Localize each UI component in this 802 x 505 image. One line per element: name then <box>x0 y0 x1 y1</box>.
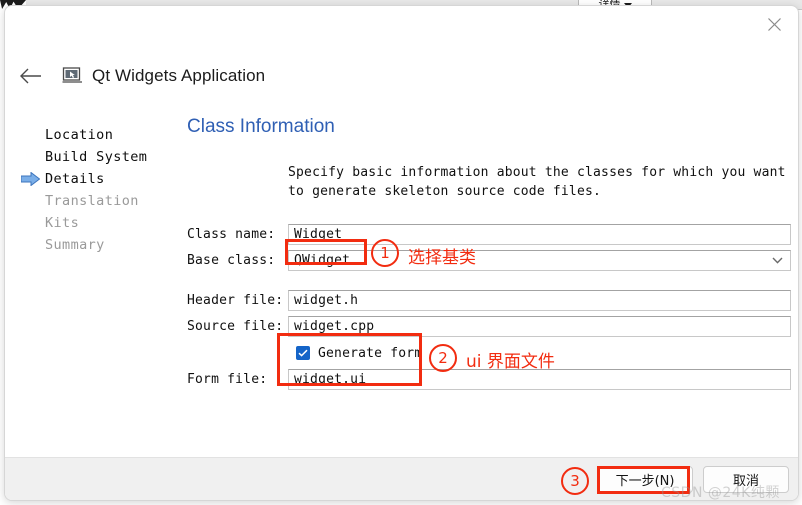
sidebar-item-label: Summary <box>45 237 105 253</box>
close-button[interactable] <box>752 9 796 39</box>
source-file-input[interactable]: widget.cpp <box>288 315 791 337</box>
chevron-down-icon <box>772 251 783 270</box>
base-class-combobox[interactable]: QWidget <box>288 249 791 271</box>
dialog-footer: 下一步(N) 取消 <box>5 457 798 500</box>
generate-form-label[interactable]: Generate form <box>318 346 422 361</box>
section-description: Specify basic information about the clas… <box>288 165 786 199</box>
sidebar-item-label: Details <box>45 171 105 187</box>
sidebar-item-build-system[interactable]: Build System <box>21 146 176 168</box>
base-class-row: Base class: QWidget <box>187 249 791 271</box>
sidebar-item-kits[interactable]: Kits <box>21 212 176 234</box>
form-file-input[interactable]: widget.ui <box>288 368 791 390</box>
header-file-input[interactable]: widget.h <box>288 289 791 311</box>
qt-widgets-app-icon <box>61 65 83 87</box>
class-information-form: Class name: Widget Base class: QWidget H… <box>187 223 791 394</box>
sidebar-item-details[interactable]: Details <box>20 168 176 190</box>
sidebar-item-label: Location <box>45 127 114 143</box>
right-arrow-icon <box>20 171 41 187</box>
sidebar-item-label: Translation <box>45 193 139 209</box>
sidebar-item-location[interactable]: Location <box>21 124 176 146</box>
source-file-row: Source file: widget.cpp <box>187 315 791 337</box>
back-button[interactable] <box>15 60 47 92</box>
checkmark-icon <box>298 349 308 357</box>
section-heading: Class Information <box>187 116 335 137</box>
close-icon <box>767 17 781 31</box>
page-title: Qt Widgets Application <box>92 66 266 85</box>
generate-form-row: Generate form <box>187 341 791 365</box>
sidebar-item-label: Kits <box>45 215 80 231</box>
header-file-label: Header file: <box>187 292 284 308</box>
source-file-label: Source file: <box>187 318 284 334</box>
wizard-sidebar: Location Build System Details Translatio… <box>20 124 176 256</box>
back-arrow-icon <box>20 68 41 84</box>
class-name-input[interactable]: Widget <box>288 223 791 245</box>
class-name-label: Class name: <box>187 226 276 242</box>
base-class-value: QWidget <box>294 252 351 268</box>
next-button[interactable]: 下一步(N) <box>597 466 693 493</box>
generate-form-checkbox[interactable] <box>296 346 310 360</box>
cancel-button[interactable]: 取消 <box>703 466 789 493</box>
header-file-row: Header file: widget.h <box>187 289 791 311</box>
sidebar-item-summary[interactable]: Summary <box>21 234 176 256</box>
class-name-row: Class name: Widget <box>187 223 791 245</box>
dialog-header: Qt Widgets Application <box>5 54 798 98</box>
sidebar-item-label: Build System <box>45 149 148 165</box>
sidebar-item-translation[interactable]: Translation <box>21 190 176 212</box>
form-spacer <box>187 275 791 289</box>
form-file-label: Form file: <box>187 371 268 387</box>
base-class-label: Base class: <box>187 252 276 268</box>
qt-wizard-dialog: Qt Widgets Application Location Build Sy… <box>4 5 799 501</box>
form-file-row: Form file: widget.ui <box>187 368 791 390</box>
